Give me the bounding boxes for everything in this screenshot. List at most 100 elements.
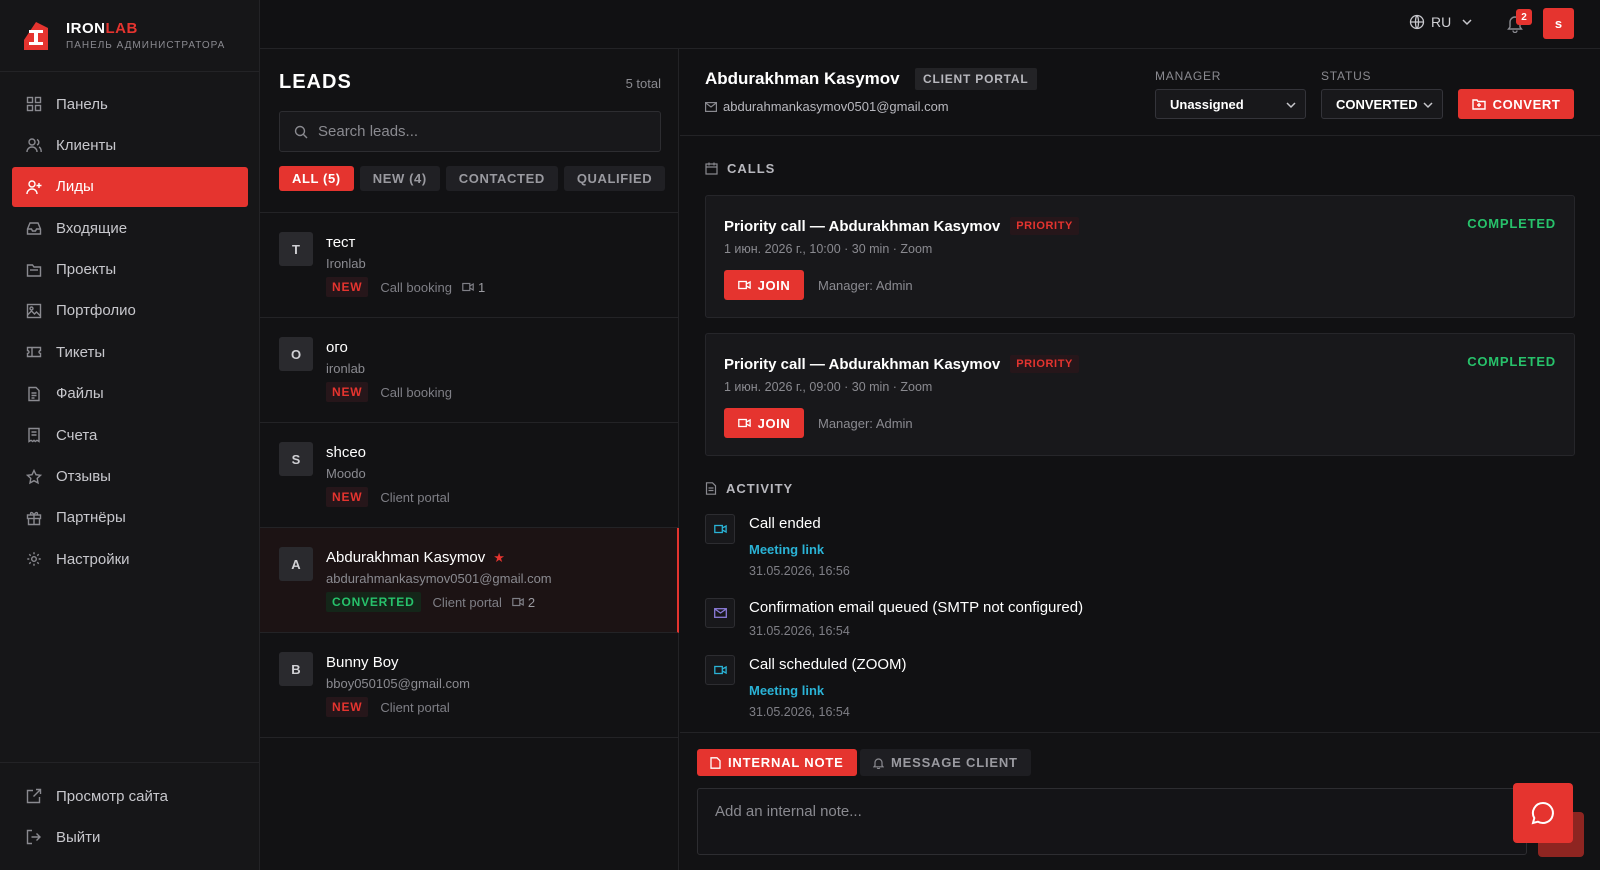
meeting-link[interactable]: Meeting link	[749, 542, 824, 557]
calendar-icon	[705, 162, 718, 175]
call-card: Priority call — Abdurakhman Kasymov PRIO…	[705, 195, 1575, 318]
lead-meta: NEW Call booking 1	[326, 277, 485, 297]
sidebar-item-logout[interactable]: Выйти	[12, 817, 248, 857]
search-icon	[294, 125, 308, 138]
filter-contacted[interactable]: CONTACTED	[445, 166, 558, 191]
sidebar-item-label: Партнёры	[56, 509, 126, 527]
sidebar-item-inbox[interactable]: Входящие	[12, 208, 248, 248]
lead-item[interactable]: B Bunny Boy bboy050105@gmail.com NEW Cli…	[260, 633, 679, 738]
sidebar-item-label: Просмотр сайта	[56, 787, 168, 805]
call-status: COMPLETED	[1467, 354, 1556, 369]
lead-detail-email[interactable]: abdurahmankasymov0501@gmail.com	[705, 99, 949, 114]
lead-detail: Abdurakhman Kasymov CLIENT PORTAL abdura…	[680, 49, 1600, 870]
filter-new[interactable]: NEW (4)	[359, 166, 440, 191]
lead-source: Client portal	[380, 489, 450, 505]
call-title: Priority call — Abdurakhman Kasymov PRIO…	[724, 217, 1079, 235]
mail-icon	[713, 608, 727, 618]
priority-badge: PRIORITY	[1010, 217, 1079, 235]
external-link-icon	[26, 788, 42, 804]
note-input-box	[697, 788, 1527, 855]
sidebar-item-portfolio[interactable]: Портфолио	[12, 291, 248, 331]
activity-icon-box	[705, 598, 735, 628]
sidebar-item-invoices[interactable]: Счета	[12, 415, 248, 455]
sidebar-item-files[interactable]: Файлы	[12, 374, 248, 414]
lead-item[interactable]: S shceo Moodo NEW Client portal	[260, 423, 679, 528]
sidebar-item-leads[interactable]: Лиды	[12, 166, 248, 207]
brand[interactable]: IRONLAB ПАНЕЛЬ АДМИНИСТРАТОРА	[0, 0, 259, 72]
globe-icon	[1409, 14, 1425, 30]
video-icon	[713, 665, 727, 675]
lead-item[interactable]: O ого ironlab NEW Call booking	[260, 318, 679, 423]
lead-source: Client portal	[432, 594, 502, 610]
image-icon	[26, 303, 42, 319]
chevron-down-icon	[1423, 102, 1433, 109]
internal-note-input[interactable]	[715, 803, 1509, 840]
lead-source: Call booking	[380, 384, 452, 400]
lead-name: тест	[326, 234, 356, 251]
document-icon	[705, 482, 717, 495]
call-manager: Manager: Admin	[818, 278, 913, 293]
sidebar-item-label: Тикеты	[56, 343, 106, 361]
lead-detail-name: Abdurakhman Kasymov	[705, 69, 900, 88]
note-icon	[710, 756, 721, 769]
sidebar-item-settings[interactable]: Настройки	[12, 539, 248, 579]
sidebar-item-view-site[interactable]: Просмотр сайта	[12, 776, 248, 816]
video-icon	[512, 597, 524, 607]
sidebar-item-dashboard[interactable]: Панель	[12, 84, 248, 124]
lead-meta: CONVERTED Client portal 2	[326, 592, 535, 612]
convert-icon	[1471, 99, 1486, 110]
lead-meta: NEW Client portal	[326, 697, 450, 717]
sidebar-item-reviews[interactable]: Отзывы	[12, 457, 248, 497]
notification-badge: 2	[1516, 9, 1532, 25]
activity-section-title: ACTIVITY	[705, 481, 793, 496]
sidebar-item-clients[interactable]: Клиенты	[12, 125, 248, 165]
chevron-down-icon	[1286, 102, 1296, 109]
sidebar-item-label: Клиенты	[56, 136, 117, 154]
lead-meta: NEW Client portal	[326, 487, 450, 507]
lead-source: Call booking	[380, 279, 452, 295]
call-info: 1 июн. 2026 г., 09:00 · 30 min · Zoom	[724, 380, 933, 394]
join-button[interactable]: JOIN	[724, 408, 804, 438]
folder-icon	[26, 263, 42, 277]
filter-all[interactable]: ALL (5)	[279, 166, 354, 191]
manager-select[interactable]: Unassigned	[1155, 89, 1306, 119]
tab-internal-note[interactable]: INTERNAL NOTE	[697, 749, 857, 776]
dashboard-icon	[26, 96, 42, 112]
logout-icon	[26, 830, 41, 845]
source-badge: CLIENT PORTAL	[915, 68, 1037, 90]
activity-icon-box	[705, 655, 735, 685]
status-select[interactable]: CONVERTED	[1321, 89, 1443, 119]
lead-name: Abdurakhman Kasymov ★	[326, 549, 505, 566]
sidebar-item-label: Выйти	[56, 828, 101, 846]
search-box	[279, 111, 661, 152]
filter-qualified[interactable]: QUALIFIED	[563, 166, 666, 191]
status-badge: NEW	[326, 487, 369, 507]
tab-message-client[interactable]: MESSAGE CLIENT	[860, 749, 1031, 776]
note-composer: INTERNAL NOTE MESSAGE CLIENT	[680, 732, 1600, 870]
sidebar-item-label: Проекты	[56, 261, 117, 279]
lead-source: Client portal	[380, 699, 450, 715]
convert-button[interactable]: CONVERT	[1458, 89, 1574, 119]
language-selector[interactable]: RU	[1409, 14, 1473, 30]
chevron-down-icon	[1462, 19, 1472, 26]
lead-item[interactable]: T тест Ironlab NEW Call booking 1	[260, 213, 679, 318]
search-input[interactable]	[318, 123, 648, 140]
sidebar-item-tickets[interactable]: Тикеты	[12, 332, 248, 372]
user-plus-icon	[26, 180, 42, 194]
sidebar-item-projects[interactable]: Проекты	[12, 250, 248, 290]
sidebar-item-partners[interactable]: Партнёры	[12, 498, 248, 538]
meeting-link[interactable]: Meeting link	[749, 683, 824, 698]
user-avatar[interactable]: s	[1543, 8, 1574, 39]
lead-email: bboy050105@gmail.com	[326, 676, 471, 691]
ticket-icon	[26, 347, 42, 358]
video-icon	[462, 282, 474, 292]
sidebar-item-label: Счета	[56, 426, 98, 444]
lead-avatar: O	[279, 337, 313, 371]
lead-list: T тест Ironlab NEW Call booking 1 O ого …	[260, 212, 679, 738]
lead-item-selected[interactable]: A Abdurakhman Kasymov ★ abdurahmankasymov…	[260, 528, 679, 633]
lead-avatar: A	[279, 547, 313, 581]
call-count: 2	[512, 595, 535, 610]
lead-avatar: B	[279, 652, 313, 686]
chat-button[interactable]	[1513, 783, 1573, 843]
join-button[interactable]: JOIN	[724, 270, 804, 300]
